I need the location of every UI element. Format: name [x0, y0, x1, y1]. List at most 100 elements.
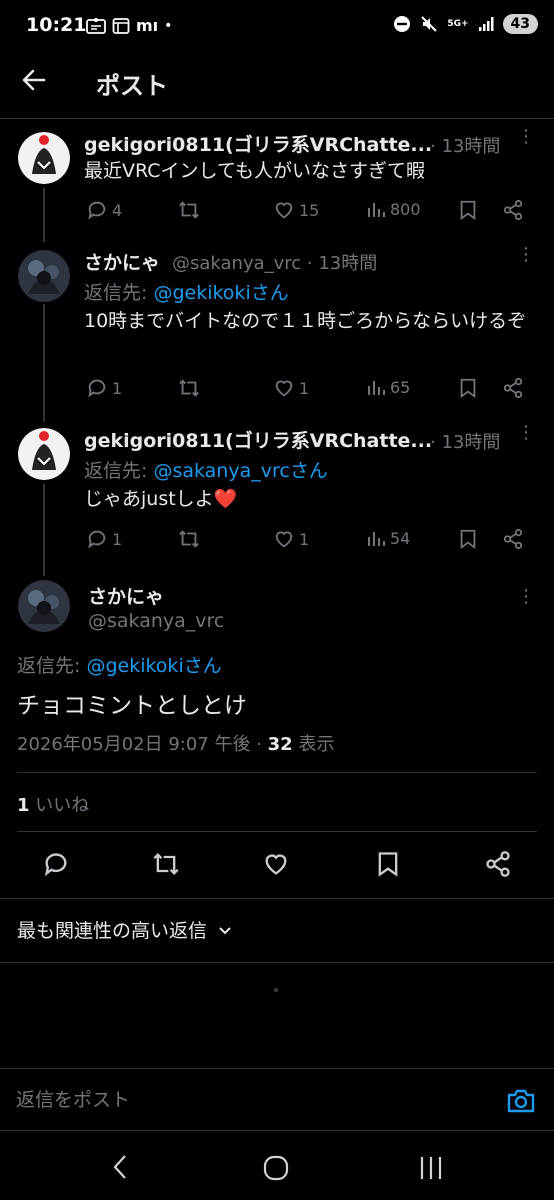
- heart-icon: [275, 202, 293, 219]
- tweet-author-name[interactable]: gekigori0811(ゴリラ系VRChatte...: [84, 130, 432, 157]
- battery-badge: 43: [502, 14, 538, 34]
- heart-icon: [275, 531, 293, 548]
- thread-tweet[interactable]: さかにゃ @sakanya_vrc · 13時間 ⋮ 返信先: @gekikok…: [0, 238, 554, 414]
- repost-button[interactable]: [176, 199, 202, 221]
- views-button[interactable]: 65: [366, 377, 410, 397]
- main-share-button[interactable]: [484, 850, 512, 878]
- avatar[interactable]: [18, 132, 70, 184]
- main-post-author-name[interactable]: さかにゃ: [88, 582, 164, 609]
- like-count: 1: [299, 378, 310, 398]
- main-post-views-label: 表示: [292, 734, 335, 755]
- share-icon: [486, 851, 510, 877]
- status-left-icons: mı •: [86, 16, 172, 35]
- heart-emoji: ❤️: [213, 488, 238, 510]
- reply-to-line: 返信先: @sakanya_vrcさん: [84, 456, 328, 483]
- reply-composer[interactable]: [0, 1069, 554, 1131]
- main-post-handle[interactable]: @sakanya_vrc: [88, 610, 224, 632]
- bookmark-icon: [378, 852, 398, 877]
- repost-icon: [153, 853, 179, 875]
- repost-icon: [179, 379, 199, 397]
- nav-recents-icon[interactable]: [418, 1154, 444, 1182]
- status-time: 10:21: [26, 14, 87, 36]
- share-button[interactable]: [502, 377, 524, 399]
- bookmark-button[interactable]: [458, 377, 478, 399]
- views-icon: [368, 203, 385, 217]
- repost-icon: [179, 530, 199, 548]
- views-button[interactable]: 54: [366, 528, 410, 548]
- status-bar: 10:21 mı • 5G+ 43: [0, 0, 554, 52]
- notification-icon: [86, 17, 106, 35]
- views-icon: [368, 381, 385, 395]
- reply-input[interactable]: [16, 1083, 456, 1117]
- more-options-icon[interactable]: ⋮: [517, 128, 535, 158]
- bookmark-button[interactable]: [458, 199, 478, 221]
- divider: [17, 831, 537, 832]
- loading-indicator: [274, 988, 278, 992]
- reply-to-user-link[interactable]: @sakanya_vrcさん: [153, 460, 327, 482]
- chevron-down-icon: [217, 922, 233, 938]
- reply-button[interactable]: 1: [86, 377, 122, 399]
- reply-icon: [44, 853, 67, 877]
- reply-to-label: 返信先:: [84, 460, 154, 482]
- tweet-text: 10時までバイトなので１１時ごろからならいけるぞ: [84, 310, 527, 332]
- like-button[interactable]: 1: [273, 528, 309, 550]
- tweet-meta: @sakanya_vrc · 13時間: [172, 253, 378, 274]
- reply-button[interactable]: 4: [86, 199, 122, 221]
- main-bookmark-button[interactable]: [376, 850, 400, 878]
- nav-back-icon[interactable]: [108, 1152, 132, 1182]
- like-button[interactable]: 15: [273, 199, 319, 221]
- back-arrow-icon[interactable]: [20, 66, 56, 98]
- share-button[interactable]: [502, 199, 524, 221]
- reply-to-user-link[interactable]: @gekikokiさん: [153, 282, 288, 304]
- reply-to-user-link[interactable]: @gekikokiさん: [86, 655, 221, 677]
- reply-to-label: 返信先:: [84, 282, 154, 304]
- thread-tweet[interactable]: gekigori0811(ゴリラ系VRChatte... · 13時間 ⋮ 返信…: [0, 416, 554, 566]
- reply-count: 4: [112, 200, 123, 220]
- like-button[interactable]: 1: [273, 377, 309, 399]
- mute-icon: [420, 15, 438, 33]
- avatar[interactable]: [18, 428, 70, 480]
- nav-home-icon[interactable]: [262, 1154, 290, 1182]
- tweet-author-name[interactable]: gekigori0811(ゴリラ系VRChatte...: [84, 426, 432, 453]
- dnd-icon: [393, 15, 411, 33]
- status-right-icons: 5G+ 43: [393, 14, 538, 34]
- bookmark-button[interactable]: [458, 528, 478, 550]
- repost-button[interactable]: [176, 377, 202, 399]
- tweet-author-name[interactable]: さかにゃ: [84, 248, 160, 275]
- main-post-timestamp: 2026年05月02日 9:07 午後 ·: [17, 734, 268, 755]
- thread-tweet[interactable]: gekigori0811(ゴリラ系VRChatte... · 13時間 ⋮ 最近…: [0, 120, 554, 238]
- avatar[interactable]: [18, 250, 70, 302]
- main-post-timestamp-line: 2026年05月02日 9:07 午後 · 32 表示: [17, 730, 334, 756]
- main-reply-button[interactable]: [42, 850, 70, 878]
- views-icon: [368, 532, 385, 546]
- likes-summary-label: いいね: [29, 795, 90, 816]
- reply-icon: [88, 379, 106, 398]
- camera-icon[interactable]: [506, 1087, 536, 1115]
- main-like-button[interactable]: [262, 850, 290, 878]
- like-count: 15: [299, 200, 320, 220]
- network-type: 5G+: [447, 18, 469, 29]
- likes-summary[interactable]: 1 いいね: [17, 791, 89, 817]
- share-button[interactable]: [502, 528, 524, 550]
- tweet-text: じゃあjustしよ: [84, 488, 214, 510]
- avatar[interactable]: [18, 580, 70, 632]
- composer-divider: [0, 1130, 554, 1131]
- page-title: ポスト: [96, 72, 168, 100]
- header-divider: [0, 118, 554, 119]
- divider: [0, 898, 554, 899]
- reply-button[interactable]: 1: [86, 528, 122, 550]
- divider: [17, 772, 537, 773]
- main-repost-button[interactable]: [150, 850, 182, 878]
- more-options-icon[interactable]: ⋮: [517, 588, 535, 618]
- tweet-text: 最近VRCインしても人がいなさすぎて暇: [84, 160, 426, 182]
- reply-to-line: 返信先: @gekikokiさん: [84, 278, 289, 305]
- more-options-icon[interactable]: ⋮: [517, 246, 535, 276]
- repost-button[interactable]: [176, 528, 202, 550]
- more-options-icon[interactable]: ⋮: [517, 424, 535, 454]
- likes-summary-count: 1: [17, 795, 30, 816]
- reply-sort-label: 最も関連性の高い返信: [17, 920, 208, 942]
- divider: [0, 962, 554, 963]
- views-button[interactable]: 800: [366, 199, 421, 219]
- reply-sort-dropdown[interactable]: 最も関連性の高い返信: [17, 916, 233, 943]
- reply-count: 1: [112, 529, 123, 549]
